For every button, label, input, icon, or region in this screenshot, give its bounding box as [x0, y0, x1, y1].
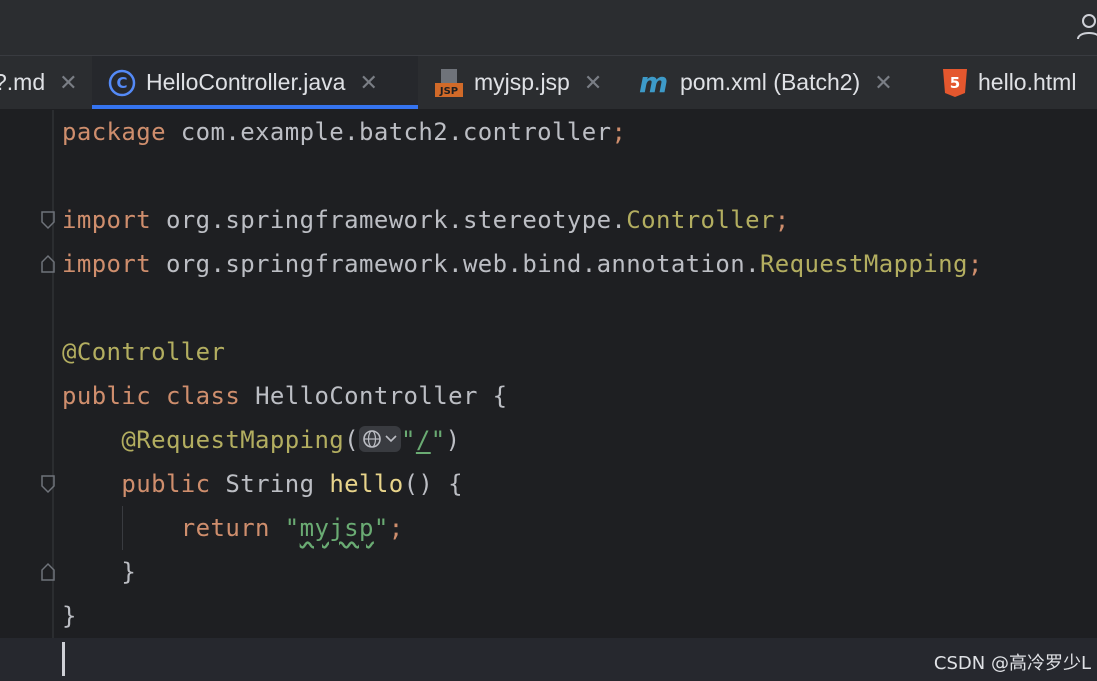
jsp-file-icon: JSP	[434, 68, 464, 98]
code-line-import-controller: import org.springframework.stereotype.Co…	[62, 206, 790, 234]
code-line-return: return "myjsp";	[180, 514, 404, 542]
code-line-method-close: }	[121, 558, 137, 586]
code-line-class-declaration: public class HelloController {	[62, 382, 508, 410]
java-class-icon: C	[108, 69, 136, 97]
code-line-controller-annotation: @Controller	[62, 338, 226, 366]
svg-text:JSP: JSP	[439, 86, 458, 97]
tab-label: HelloController.java	[146, 69, 346, 95]
svg-text:5: 5	[950, 74, 960, 92]
close-icon[interactable]: ✕	[359, 70, 377, 96]
close-icon[interactable]: ✕	[584, 70, 602, 96]
tab-label: hello.html	[978, 69, 1077, 95]
tab-label: myjsp.jsp	[474, 69, 570, 95]
fold-end-icon[interactable]	[40, 562, 56, 582]
user-icon[interactable]	[1075, 12, 1097, 40]
fold-end-icon[interactable]	[40, 254, 56, 274]
code-line-method-declaration: public String hello() {	[121, 470, 463, 498]
tab-pom-xml[interactable]: m pom.xml (Batch2) ✕	[638, 56, 893, 109]
editor-tab-bar: ?.md ✕ C HelloController.java ✕ JSP myjs…	[0, 56, 1097, 110]
svg-text:C: C	[116, 74, 127, 92]
code-line-import-requestmapping: import org.springframework.web.bind.anno…	[62, 250, 983, 278]
tab-hello-controller[interactable]: C HelloController.java ✕	[92, 56, 418, 109]
current-line-highlight	[0, 638, 1097, 681]
close-icon[interactable]: ✕	[874, 70, 892, 96]
tab-label: ?.md	[0, 69, 46, 95]
code-editor[interactable]: package com.example.batch2.controller; i…	[0, 110, 1097, 681]
maven-icon: m	[638, 68, 670, 98]
html5-icon: 5	[942, 68, 968, 98]
tab-label: pom.xml (Batch2)	[680, 69, 861, 95]
gutter-separator	[52, 110, 54, 681]
watermark: CSDN @高冷罗少L	[933, 653, 1091, 674]
tab-hello-html[interactable]: 5 hello.html	[942, 56, 1076, 109]
code-line-class-close: }	[62, 602, 77, 630]
code-line-requestmapping: @RequestMapping("/")	[121, 426, 461, 454]
fold-start-icon[interactable]	[40, 210, 56, 230]
fold-start-icon[interactable]	[40, 474, 56, 494]
tab-markdown[interactable]: ?.md ✕	[0, 56, 78, 109]
code-line-package: package com.example.batch2.controller;	[62, 118, 627, 146]
title-bar	[0, 0, 1097, 56]
close-icon[interactable]: ✕	[59, 70, 77, 96]
endpoint-globe-icon[interactable]	[359, 426, 402, 452]
text-caret	[62, 642, 65, 676]
svg-text:m: m	[639, 68, 668, 98]
tab-myjsp[interactable]: JSP myjsp.jsp ✕	[434, 56, 602, 109]
